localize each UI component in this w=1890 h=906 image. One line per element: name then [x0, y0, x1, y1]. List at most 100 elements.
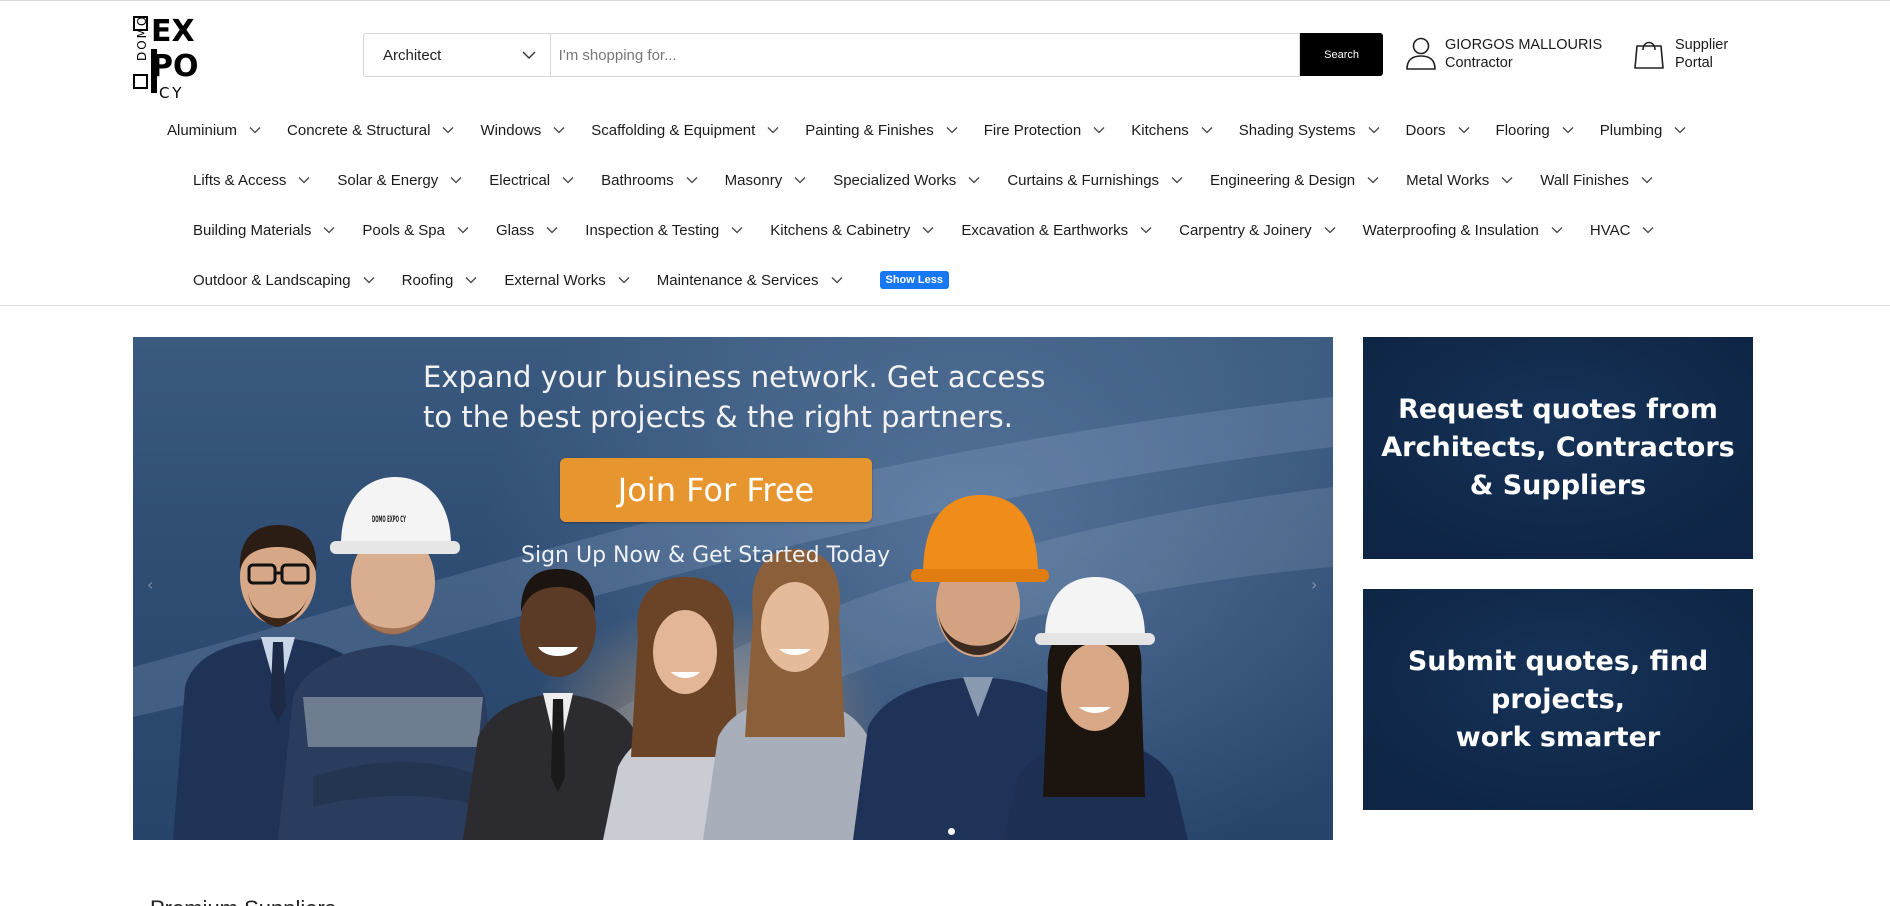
chevron-down-icon: [968, 177, 980, 184]
top-border: [0, 0, 1890, 4]
chevron-down-icon: [562, 177, 574, 184]
nav-category-label: Maintenance & Services: [656, 271, 819, 289]
submit-quotes-card[interactable]: Submit quotes, find projects, work smart…: [1363, 589, 1753, 810]
category-select-value: Architect: [383, 46, 442, 64]
nav-category-label: External Works: [504, 271, 606, 289]
chevron-down-icon: [1367, 177, 1379, 184]
nav-category-item[interactable]: External Works: [504, 272, 630, 289]
request-quotes-line1: Request quotes from: [1398, 394, 1718, 425]
nav-category-item[interactable]: Curtains & Furnishings: [1007, 172, 1184, 189]
chevron-down-icon: [1641, 177, 1653, 184]
nav-category-item[interactable]: Electrical: [489, 172, 575, 189]
nav-category-item[interactable]: Metal Works: [1406, 172, 1514, 189]
search-input[interactable]: [549, 33, 1301, 77]
nav-category-label: Kitchens & Cabinetry: [770, 221, 911, 239]
nav-category-item[interactable]: Pools & Spa: [362, 222, 470, 239]
chevron-down-icon: [1324, 227, 1336, 234]
nav-category-label: Doors: [1405, 121, 1446, 139]
chevron-down-icon: [465, 277, 477, 284]
nav-category-item[interactable]: Carpentry & Joinery: [1179, 222, 1337, 239]
nav-category-label: Masonry: [724, 171, 783, 189]
chevron-down-icon: [686, 177, 698, 184]
search-button[interactable]: Search: [1300, 33, 1383, 76]
nav-category-label: Excavation & Earthworks: [961, 221, 1129, 239]
svg-text:CY: CY: [159, 84, 184, 101]
supplier-portal-link[interactable]: Supplier Portal: [1633, 36, 1728, 72]
nav-category-item[interactable]: Lifts & Access: [193, 172, 311, 189]
nav-category-item[interactable]: Roofing: [402, 272, 479, 289]
join-for-free-button[interactable]: Join For Free: [560, 458, 872, 522]
request-quotes-line3: & Suppliers: [1469, 470, 1647, 501]
nav-category-item[interactable]: HVAC: [1590, 222, 1656, 239]
nav-category-item[interactable]: Bathrooms: [601, 172, 699, 189]
nav-category-label: Metal Works: [1406, 171, 1490, 189]
nav-category-label: Kitchens: [1131, 121, 1189, 139]
nav-category-item[interactable]: Kitchens: [1131, 122, 1214, 139]
chevron-down-icon: [546, 227, 558, 234]
nav-category-label: Plumbing: [1599, 121, 1663, 139]
nav-category-item[interactable]: Fire Protection: [984, 122, 1107, 139]
domo-expo-logo[interactable]: EX PO CY DOMO: [133, 9, 223, 101]
category-nav-row-1: Aluminium Concrete & Structural Windows Sca…: [167, 118, 1712, 142]
hero-subtext: Sign Up Now & Get Started Today: [521, 543, 891, 568]
nav-category-item[interactable]: Masonry: [725, 172, 808, 189]
search-bar: Architect Search: [363, 33, 1383, 77]
shopping-bag-icon: [1634, 41, 1664, 69]
nav-category-label: Scaffolding & Equipment: [591, 121, 756, 139]
nav-category-item[interactable]: Inspection & Testing: [585, 222, 744, 239]
show-less-button[interactable]: Show Less: [879, 271, 949, 289]
nav-category-label: Electrical: [489, 171, 551, 189]
nav-category-item[interactable]: Aluminium: [167, 122, 262, 139]
chevron-down-icon: [249, 127, 261, 134]
nav-category-item[interactable]: Waterproofing & Insulation: [1363, 222, 1564, 239]
chevron-down-icon: [1642, 227, 1654, 234]
chevron-down-icon: [767, 127, 779, 134]
helmet-logo-text: DOMO EXPO CY: [372, 515, 406, 525]
carousel-dot[interactable]: [948, 828, 955, 835]
nav-category-item[interactable]: Concrete & Structural: [287, 122, 455, 139]
nav-category-item[interactable]: Scaffolding & Equipment: [591, 122, 780, 139]
nav-category-label: Lifts & Access: [193, 171, 287, 189]
nav-category-label: Inspection & Testing: [585, 221, 720, 239]
carousel-prev-icon[interactable]: ‹: [147, 575, 153, 594]
nav-category-item[interactable]: Doors: [1406, 122, 1471, 139]
nav-category-label: Shading Systems: [1238, 121, 1356, 139]
nav-category-item[interactable]: Excavation & Earthworks: [961, 222, 1153, 239]
nav-category-item[interactable]: Wall Finishes: [1540, 172, 1654, 189]
chevron-down-icon: [794, 177, 806, 184]
nav-category-label: HVAC: [1589, 221, 1631, 239]
svg-text:EX: EX: [151, 14, 195, 49]
nav-category-label: Glass: [495, 221, 535, 239]
nav-category-item[interactable]: Outdoor & Landscaping: [193, 272, 376, 289]
nav-category-item[interactable]: Painting & Finishes: [805, 122, 958, 139]
nav-category-label: Curtains & Furnishings: [1007, 171, 1160, 189]
nav-category-item[interactable]: Maintenance & Services: [657, 272, 844, 289]
nav-category-label: Waterproofing & Insulation: [1362, 221, 1539, 239]
nav-category-item[interactable]: Specialized Works: [833, 172, 981, 189]
user-account[interactable]: GIORGOS MALLOURIS Contractor: [1405, 36, 1602, 72]
hero-banner[interactable]: DOMO EXPO CY Expand your business networ…: [133, 337, 1333, 840]
nav-category-label: Wall Finishes: [1540, 171, 1629, 189]
nav-category-item[interactable]: Glass: [496, 222, 559, 239]
nav-category-item[interactable]: Kitchens & Cabinetry: [770, 222, 935, 239]
request-quotes-card[interactable]: Request quotes from Architects, Contract…: [1363, 337, 1753, 559]
carousel-next-icon[interactable]: ›: [1311, 575, 1317, 594]
chevron-down-icon: [1093, 127, 1105, 134]
nav-category-label: Specialized Works: [833, 171, 957, 189]
chevron-down-icon: [1501, 177, 1513, 184]
supplier-portal-line1: Supplier: [1675, 37, 1729, 53]
nav-category-item[interactable]: Building Materials: [193, 222, 336, 239]
nav-category-item[interactable]: Engineering & Design: [1210, 172, 1380, 189]
category-select[interactable]: Architect: [363, 33, 550, 77]
chevron-down-icon: [522, 51, 536, 59]
nav-category-item[interactable]: Plumbing: [1600, 122, 1688, 139]
chevron-down-icon: [450, 177, 462, 184]
nav-category-label: Concrete & Structural: [287, 121, 431, 139]
nav-category-label: Outdoor & Landscaping: [193, 271, 351, 289]
nav-category-item[interactable]: Solar & Energy: [337, 172, 463, 189]
nav-category-item[interactable]: Shading Systems: [1239, 122, 1381, 139]
nav-category-item[interactable]: Flooring: [1496, 122, 1575, 139]
nav-category-item[interactable]: Windows: [480, 122, 566, 139]
chevron-down-icon: [1368, 127, 1379, 134]
chevron-down-icon: [1201, 127, 1213, 134]
